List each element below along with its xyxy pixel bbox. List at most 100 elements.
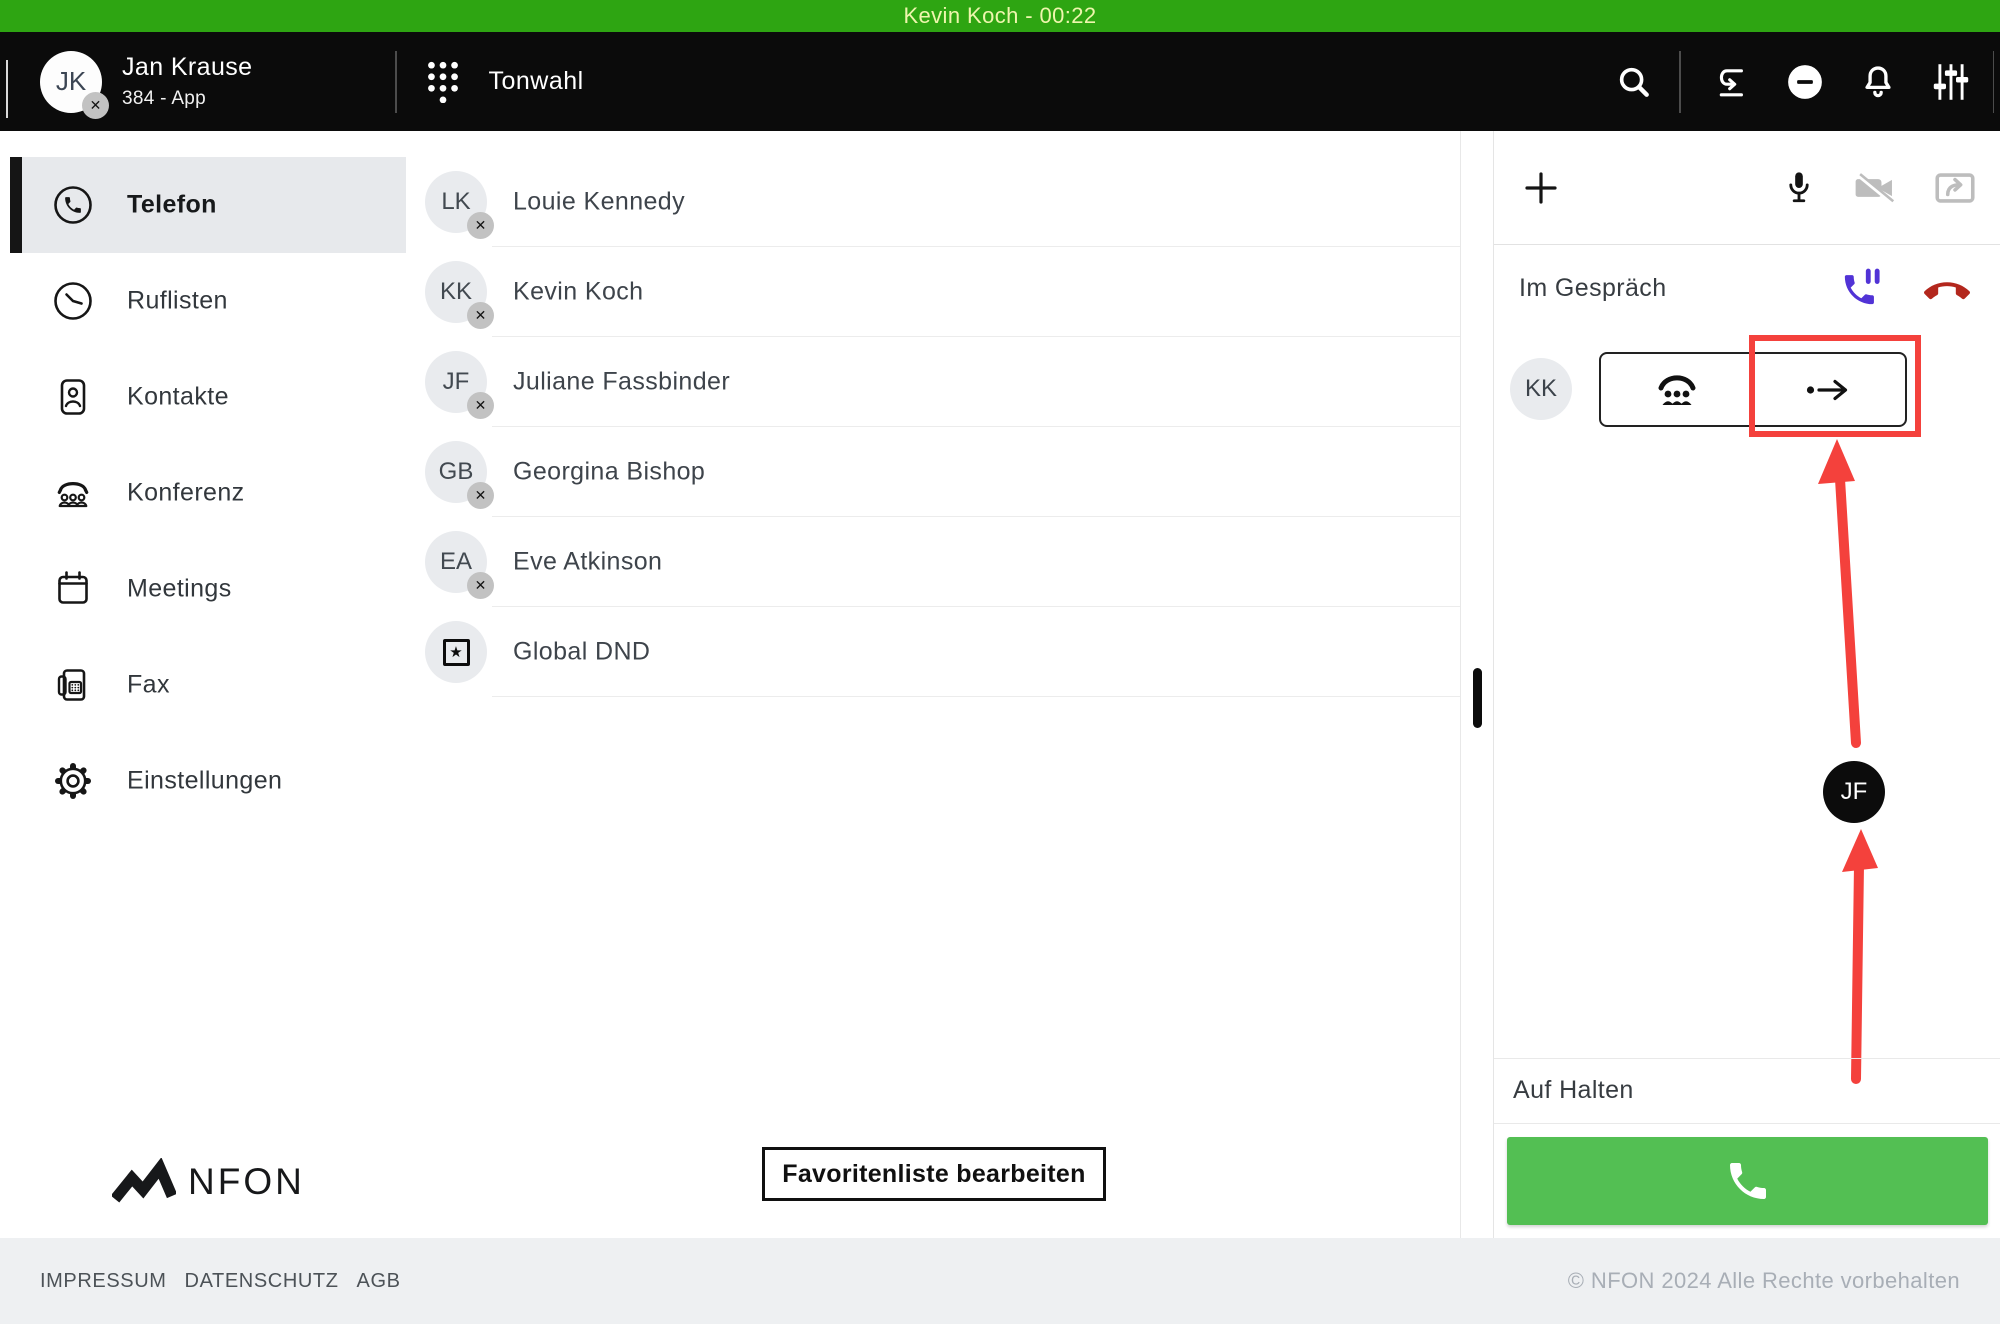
mic-icon[interactable] [1782, 167, 1816, 209]
call-action-buttons [1599, 352, 1907, 427]
favorite-name: Eve Atkinson [513, 548, 662, 577]
hold-section-label: Auf Halten [1513, 1058, 1634, 1123]
active-call-info: Kevin Koch - 00:22 [903, 3, 1096, 29]
remove-favorite-badge[interactable]: ✕ [467, 482, 494, 509]
favorite-row-louie-kennedy[interactable]: LK ✕ Louie Kennedy [406, 157, 1460, 247]
sidebar-item-kontakte[interactable]: Kontakte [0, 349, 406, 445]
sidebar-item-fax[interactable]: Fax [0, 637, 406, 733]
sidebar-item-label: Telefon [127, 191, 217, 220]
avatar-initials: LK [441, 188, 470, 216]
user-info: Jan Krause 384 - App [122, 53, 375, 110]
call-panel-toolbar [1494, 131, 2000, 245]
screen-share-icon[interactable] [1934, 170, 1976, 206]
dial-mode-label: Tonwahl [489, 67, 584, 96]
divider [1679, 51, 1681, 113]
remove-favorite-badge[interactable]: ✕ [467, 302, 494, 329]
hangup-icon[interactable] [1924, 274, 1970, 302]
active-call-banner[interactable]: Kevin Koch - 00:22 [0, 0, 2000, 32]
favorite-name: Georgina Bishop [513, 458, 705, 487]
presence-badge: ✕ [82, 92, 109, 119]
footer-link-agb[interactable]: AGB [357, 1270, 401, 1293]
footer-link-datenschutz[interactable]: DATENSCHUTZ [185, 1270, 339, 1293]
phone-icon [51, 183, 95, 227]
call-status-row: Im Gespräch [1494, 245, 2000, 331]
avatar: LK ✕ [425, 171, 487, 233]
sidebar-item-label: Fax [127, 671, 170, 700]
avatar-initials: JF [443, 368, 470, 396]
remove-favorite-badge[interactable]: ✕ [467, 212, 494, 239]
transfer-button[interactable] [1752, 352, 1907, 427]
favorite-row-juliane-fassbinder[interactable]: JF ✕ Juliane Fassbinder [406, 337, 1460, 427]
sidebar-item-einstellungen[interactable]: Einstellungen [0, 733, 406, 829]
avatar-initials: EA [440, 548, 472, 576]
avatar-initials: GB [439, 458, 474, 486]
favorite-row-eve-atkinson[interactable]: EA ✕ Eve Atkinson [406, 517, 1460, 607]
video-off-icon[interactable] [1854, 170, 1896, 206]
search-icon[interactable] [1615, 63, 1653, 101]
favorite-row-georgina-bishop[interactable]: GB ✕ Georgina Bishop [406, 427, 1460, 517]
sidebar-item-telefon[interactable]: Telefon [0, 157, 406, 253]
call-icon [1724, 1157, 1772, 1205]
favorites-list: LK ✕ Louie Kennedy KK ✕ Kevin Koch JF ✕ … [406, 131, 1460, 1238]
footer-link-impressum[interactable]: IMPRESSUM [40, 1270, 167, 1293]
scrollbar-thumb[interactable] [1473, 668, 1482, 728]
avatar: GB ✕ [425, 441, 487, 503]
copyright-text: © NFON 2024 Alle Rechte vorbehalten [1568, 1268, 1960, 1294]
app-header: JK ✕ Jan Krause 384 - App Tonwahl [0, 32, 2000, 131]
fax-icon [51, 663, 95, 707]
scrollbar-track [1460, 131, 1493, 1238]
sidebar-item-ruflisten[interactable]: Ruflisten [0, 253, 406, 349]
nfon-logo-mark [112, 1158, 176, 1206]
avatar: ★ [425, 621, 487, 683]
divider [1494, 1123, 2000, 1124]
sidebar-item-label: Einstellungen [127, 767, 282, 796]
transfer-party-avatar[interactable]: JF [1823, 761, 1885, 823]
sidebar-item-label: Konferenz [127, 479, 245, 508]
divider [395, 51, 397, 113]
header-actions [1615, 32, 2000, 131]
divider [6, 60, 8, 118]
do-not-disturb-icon[interactable] [1787, 64, 1823, 100]
call-status-label: Im Gespräch [1519, 274, 1667, 303]
sidebar-item-meetings[interactable]: Meetings [0, 541, 406, 637]
global-dnd-icon: ★ [443, 639, 470, 666]
conference-button[interactable] [1599, 352, 1754, 427]
call-button[interactable] [1507, 1137, 1988, 1225]
sidebar-nav: Telefon Ruflisten Kontakte [0, 131, 406, 1238]
transfer-icon [1805, 377, 1853, 403]
nfon-logo-text: NFON [188, 1161, 305, 1203]
sidebar-item-label: Ruflisten [127, 287, 228, 316]
remove-favorite-badge[interactable]: ✕ [467, 392, 494, 419]
divider [1993, 51, 1995, 113]
bell-icon[interactable] [1859, 63, 1897, 101]
gear-icon [51, 759, 95, 803]
add-call-icon[interactable] [1521, 168, 1561, 208]
active-party-avatar: KK [1510, 358, 1572, 420]
favorite-row-global-dnd[interactable]: ★ Global DND [406, 607, 1460, 697]
favorite-name: Global DND [513, 638, 650, 667]
avatar-initials: KK [440, 278, 472, 306]
favorite-row-kevin-koch[interactable]: KK ✕ Kevin Koch [406, 247, 1460, 337]
sliders-icon[interactable] [1933, 62, 1969, 102]
favorite-name: Juliane Fassbinder [513, 368, 730, 397]
sidebar-item-label: Meetings [127, 575, 232, 604]
favorite-name: Kevin Koch [513, 278, 643, 307]
sidebar-item-konferenz[interactable]: Konferenz [0, 445, 406, 541]
clock-icon [51, 279, 95, 323]
avatar: JF ✕ [425, 351, 487, 413]
remove-favorite-badge[interactable]: ✕ [467, 572, 494, 599]
call-panel: Im Gespräch KK [1493, 131, 2000, 1238]
avatar: EA ✕ [425, 531, 487, 593]
call-redirect-icon[interactable] [1707, 63, 1749, 101]
favorite-name: Louie Kennedy [513, 188, 685, 217]
hold-call-icon[interactable] [1840, 267, 1882, 309]
calendar-icon [51, 567, 95, 611]
conference-icon [1653, 369, 1701, 411]
conference-icon [51, 471, 95, 515]
user-avatar[interactable]: JK ✕ [40, 51, 102, 113]
avatar-initials: JF [1841, 778, 1868, 806]
dialpad-icon[interactable] [427, 61, 459, 103]
contacts-icon [51, 375, 95, 419]
app-footer: IMPRESSUM DATENSCHUTZ AGB © NFON 2024 Al… [0, 1238, 2000, 1324]
edit-favorites-button[interactable]: Favoritenliste bearbeiten [762, 1147, 1106, 1201]
